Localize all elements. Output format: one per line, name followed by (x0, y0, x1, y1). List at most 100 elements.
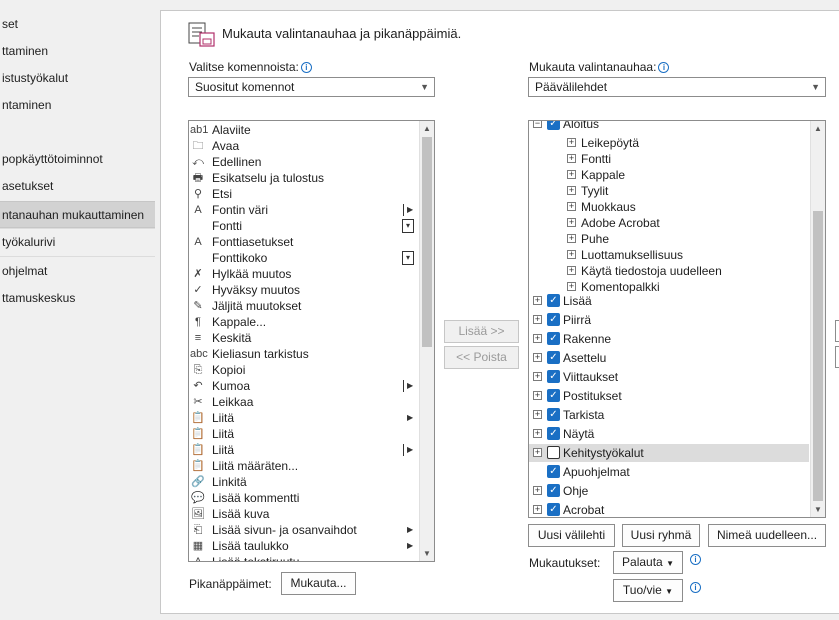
expand-icon[interactable]: + (567, 218, 576, 227)
nav-item[interactable]: ttamuskeskus (0, 285, 155, 312)
new-tab-button[interactable]: Uusi välilehti (528, 524, 615, 547)
command-item[interactable]: A Fontin väri ▶ (189, 202, 419, 218)
collapse-icon[interactable]: − (533, 121, 542, 128)
ribbon-tab-item[interactable]: + ✓ Tarkista (529, 406, 809, 424)
expand-icon[interactable]: + (567, 170, 576, 179)
command-item[interactable]: ✗ Hylkää muutos (189, 266, 419, 282)
command-item[interactable]: ¶ Kappale... (189, 314, 419, 330)
ribbon-tab-item[interactable]: + ✓ Piirrä (529, 311, 809, 329)
command-item[interactable]: A Fonttiasetukset (189, 234, 419, 250)
command-item[interactable]: 📋 Liitä (189, 426, 419, 442)
nav-item[interactable]: popkäyttötoiminnot (0, 146, 155, 173)
nav-item[interactable]: ntaminen (0, 92, 155, 119)
scroll-thumb[interactable] (422, 137, 432, 347)
ribbon-tab-item[interactable]: + ✓ Postitukset (529, 387, 809, 405)
rename-button[interactable]: Nimeä uudelleen... (708, 524, 826, 547)
command-item[interactable]: 🖶 Esikatselu ja tulostus (189, 170, 419, 186)
ribbon-tab-item[interactable]: + ✓ Lisää (529, 292, 809, 310)
command-item[interactable]: ▦ Lisää taulukko ▶ (189, 538, 419, 554)
ribbon-tab-item[interactable]: + ✓ Näytä (529, 425, 809, 443)
command-item[interactable]: abc Kieliasun tarkistus (189, 346, 419, 362)
command-item[interactable]: ab1 Alaviite (189, 122, 419, 138)
nav-item[interactable]: ttaminen (0, 38, 155, 65)
ribbon-tab-item[interactable]: + ✓ Ohje (529, 482, 809, 500)
nav-item[interactable]: ntanauhan mukauttaminen (0, 201, 155, 228)
scroll-thumb[interactable] (813, 211, 823, 501)
nav-item[interactable]: istustyökalut (0, 65, 155, 92)
expand-icon[interactable]: + (533, 429, 542, 438)
tab-checkbox[interactable]: ✓ (547, 332, 560, 345)
command-item[interactable]: ⚲ Etsi (189, 186, 419, 202)
tree-scrollbar[interactable]: ▲ ▼ (810, 121, 825, 517)
expand-icon[interactable]: + (567, 234, 576, 243)
scroll-up-icon[interactable]: ▲ (811, 121, 825, 136)
command-item[interactable]: ⎗ Lisää sivun- ja osanvaihdot ▶ (189, 522, 419, 538)
tab-checkbox[interactable]: ✓ (547, 484, 560, 497)
ribbon-tab-item[interactable]: ✓ Apuohjelmat (529, 463, 809, 481)
tab-checkbox[interactable]: ✓ (547, 389, 560, 402)
expand-icon[interactable]: + (567, 154, 576, 163)
expand-icon[interactable]: + (533, 410, 542, 419)
choose-commands-dropdown[interactable]: Suositut komennot ▼ (188, 77, 435, 97)
expand-icon[interactable]: + (533, 296, 542, 305)
ribbon-tab-item[interactable]: + ✓ Viittaukset (529, 368, 809, 386)
command-item[interactable]: A Lisää tekstiruutu (189, 554, 419, 561)
move-down-button[interactable] (835, 346, 839, 368)
scroll-down-icon[interactable]: ▼ (811, 502, 825, 517)
command-item[interactable]: 📋 Liitä ▶ (189, 442, 419, 458)
tab-checkbox[interactable]: ✓ (547, 465, 560, 478)
info-icon[interactable]: i (658, 62, 670, 73)
ribbon-tabs-dropdown[interactable]: Päävälilehdet ▼ (528, 77, 826, 97)
commands-scrollbar[interactable]: ▲ ▼ (419, 121, 434, 561)
ribbon-tab-item[interactable]: + ✓ Acrobat (529, 501, 809, 517)
tab-checkbox[interactable]: ✓ (547, 294, 560, 307)
expand-icon[interactable]: + (567, 266, 576, 275)
nav-item[interactable]: asetukset (0, 173, 155, 200)
expand-icon[interactable]: + (567, 202, 576, 211)
command-item[interactable]: 📋 Liitä määräten... (189, 458, 419, 474)
expand-icon[interactable]: + (567, 138, 576, 147)
nav-item[interactable]: set (0, 11, 155, 38)
expand-icon[interactable]: + (567, 250, 576, 259)
info-icon[interactable]: i (690, 582, 701, 593)
add-button[interactable]: Lisää >> (444, 320, 519, 343)
ribbon-tab-item[interactable]: + ✓ Asettelu (529, 349, 809, 367)
tab-checkbox[interactable]: ✓ (547, 351, 560, 364)
command-item[interactable]: 🖼 Lisää kuva (189, 506, 419, 522)
command-item[interactable]: 📋 Liitä ▶ (189, 410, 419, 426)
nav-item[interactable]: ohjelmat (0, 258, 155, 285)
expand-icon[interactable]: + (533, 353, 542, 362)
tab-checkbox[interactable]: ✓ (547, 503, 560, 516)
expand-icon[interactable]: + (533, 505, 542, 514)
command-item[interactable]: 🗀 Avaa (189, 138, 419, 154)
customize-shortcuts-button[interactable]: Mukauta... (281, 572, 356, 595)
expand-icon[interactable]: + (533, 486, 542, 495)
move-up-button[interactable] (835, 320, 839, 342)
commands-list[interactable]: ▲ ▼ ab1 Alaviite 🗀 Avaa ⤺ Edellinen 🖶 Esikatsel… (188, 120, 435, 562)
nav-item[interactable]: työkalurivi (0, 229, 155, 256)
expand-icon[interactable]: + (567, 186, 576, 195)
expand-icon[interactable]: + (533, 448, 542, 457)
command-item[interactable]: ✓ Hyväksy muutos (189, 282, 419, 298)
scroll-up-icon[interactable]: ▲ (420, 121, 434, 136)
command-item[interactable]: ⎘ Kopioi (189, 362, 419, 378)
command-item[interactable]: ✂ Leikkaa (189, 394, 419, 410)
command-item[interactable]: 🔗 Linkitä (189, 474, 419, 490)
tab-checkbox[interactable] (547, 446, 560, 459)
tab-checkbox[interactable]: ✓ (547, 427, 560, 440)
command-item[interactable]: Fonttikoko ▾ (189, 250, 419, 266)
expand-icon[interactable]: + (533, 391, 542, 400)
tab-checkbox[interactable]: ✓ (547, 408, 560, 421)
remove-button[interactable]: << Poista (444, 346, 519, 369)
info-icon[interactable]: i (690, 554, 701, 565)
command-item[interactable]: ↶ Kumoa ▶ (189, 378, 419, 394)
expand-icon[interactable]: + (533, 372, 542, 381)
expand-icon[interactable]: + (567, 282, 576, 291)
tab-checkbox[interactable]: ✓ (547, 370, 560, 383)
ribbon-tab-item[interactable]: + Kehitystyökalut (529, 444, 809, 462)
nav-item[interactable] (0, 119, 155, 146)
ribbon-tab-item[interactable]: − ✓ Aloitus (529, 121, 809, 133)
command-item[interactable]: ✎ Jäljitä muutokset (189, 298, 419, 314)
new-group-button[interactable]: Uusi ryhmä (622, 524, 700, 547)
import-export-button[interactable]: Tuo/vie ▼ (613, 579, 683, 602)
